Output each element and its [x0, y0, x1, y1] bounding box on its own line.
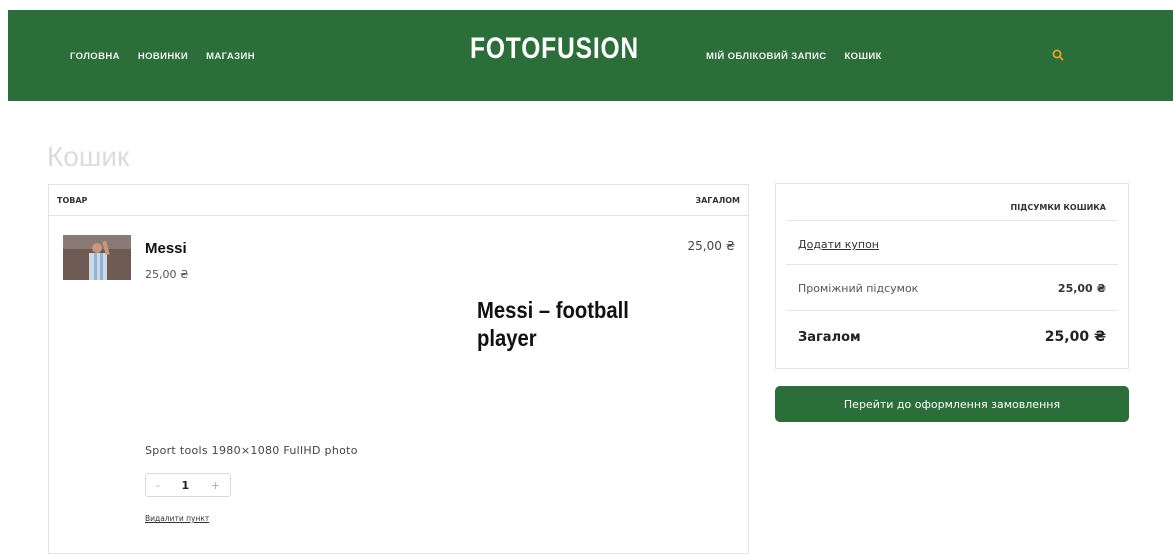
add-coupon-link[interactable]: Додати купон	[798, 238, 879, 251]
nav-link-home[interactable]: ГОЛОВНА	[70, 51, 120, 62]
nav-link-account[interactable]: МІЙ ОБЛІКОВИЙ ЗАПИС	[706, 51, 826, 62]
quantity-stepper: - 1 +	[145, 473, 231, 497]
product-price: 25,00 ₴	[145, 268, 189, 281]
quantity-decrease-button[interactable]: -	[156, 479, 160, 492]
divider	[786, 310, 1118, 311]
subtotal-label: Проміжний підсумок	[798, 282, 919, 295]
search-icon[interactable]	[1050, 47, 1066, 63]
cart-table: ТОВАР ЗАГАЛОМ Messi 25,00 ₴ 25,00 ₴ Mess…	[48, 184, 749, 554]
product-description: Sport tools 1980×1080 FullHD photo	[145, 444, 358, 457]
product-image-caption: Messi – football player	[477, 297, 629, 351]
primary-nav: ГОЛОВНА НОВИНКИ МАГАЗИН	[70, 51, 255, 62]
quantity-increase-button[interactable]: +	[211, 479, 220, 492]
total-label: Загалом	[798, 330, 861, 345]
nav-link-cart[interactable]: КОШИК	[844, 51, 881, 62]
divider	[786, 220, 1118, 221]
secondary-nav: МІЙ ОБЛІКОВИЙ ЗАПИС КОШИК	[706, 51, 882, 62]
product-thumbnail[interactable]	[63, 235, 131, 280]
cart-totals-heading: ПІДСУМКИ КОШИКА	[1010, 203, 1106, 212]
product-photo	[63, 235, 131, 280]
product-name[interactable]: Messi	[145, 240, 187, 257]
nav-link-new[interactable]: НОВИНКИ	[138, 51, 188, 62]
remove-item-link[interactable]: Видалити пункт	[145, 514, 209, 523]
column-header-product: ТОВАР	[57, 196, 88, 205]
total-value: 25,00 ₴	[1044, 329, 1106, 345]
page-title: Кошик	[47, 141, 130, 172]
quantity-input[interactable]: 1	[182, 479, 190, 492]
cart-totals-panel: ПІДСУМКИ КОШИКА Додати купон Проміжний п…	[775, 183, 1129, 369]
column-header-total: ЗАГАЛОМ	[695, 196, 740, 205]
checkout-button[interactable]: Перейти до оформлення замовлення	[775, 386, 1129, 422]
subtotal-value: 25,00 ₴	[1057, 282, 1106, 295]
product-line-total: 25,00 ₴	[687, 239, 735, 253]
divider	[786, 264, 1118, 265]
site-header: ГОЛОВНА НОВИНКИ МАГАЗИН FOTOFUSION МІЙ О…	[8, 10, 1173, 101]
nav-link-shop[interactable]: МАГАЗИН	[206, 51, 255, 62]
divider	[49, 215, 748, 216]
site-logo[interactable]: FOTOFUSION	[470, 32, 639, 66]
